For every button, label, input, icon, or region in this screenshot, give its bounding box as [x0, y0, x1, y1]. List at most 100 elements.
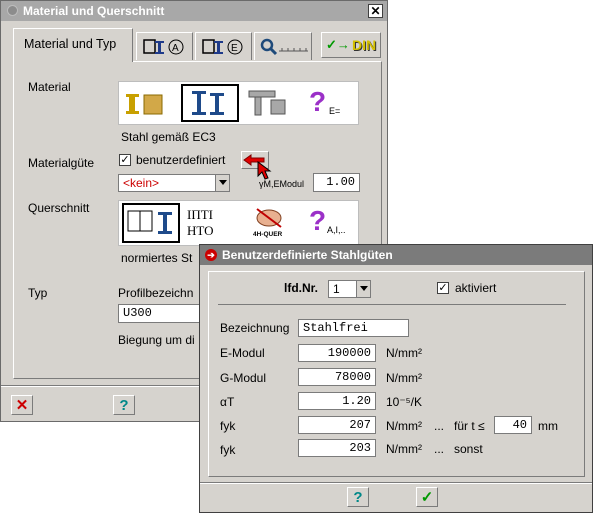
querschnitt-other-text: A,I,.. [327, 225, 346, 235]
tab-material-und-typ[interactable]: Material und Typ [13, 28, 133, 62]
fyk1-condition: für t ≤ [454, 419, 485, 433]
fyk1-label: fyk [220, 419, 236, 433]
fyk1-field[interactable]: 207 [298, 416, 376, 434]
gmodul-unit: N/mm² [386, 371, 422, 385]
t-limit-unit: mm [538, 419, 558, 433]
front-help-button[interactable]: ? [347, 487, 369, 507]
ok-button[interactable]: ✓ [416, 487, 438, 507]
emodul-value: 190000 [327, 346, 371, 360]
back-titlebar: Material und Querschnitt ✕ [1, 1, 387, 21]
gmodul-field[interactable]: 78000 [298, 368, 376, 386]
t-limit-value: 40 [512, 418, 527, 432]
gmodul-value: 78000 [334, 370, 371, 384]
querschnitt-icon-bar: ΙΠΤΙ ΗΤΟ 4H-QUER ? A,I,.. [118, 200, 359, 246]
biegung-text: Biegung um di [118, 333, 195, 347]
stahlgueten-window: ➔ Benutzerdefinierte Stahlgüten lfd.Nr. … [199, 244, 593, 513]
book-section-icon [127, 210, 172, 234]
back-close-icon[interactable]: ✕ [368, 4, 383, 18]
aktiviert-checkbox[interactable]: ✓ [437, 282, 449, 294]
profil-label: Profilbezeichn [118, 286, 194, 300]
back-window-title: Material und Querschnitt [23, 4, 165, 18]
materialguete-dropdown[interactable]: <kein> [118, 174, 230, 192]
material-icon-bar: ? E= [118, 81, 359, 125]
section-e-icon: E [202, 39, 243, 55]
bezeichnung-field[interactable]: Stahlfrei [298, 319, 409, 337]
alpha-t-unit: 10⁻⁵/K [386, 395, 422, 409]
fyk1-unit: N/mm² [386, 419, 422, 433]
window-menu-icon[interactable] [7, 5, 18, 16]
fyk1-value: 207 [349, 418, 371, 432]
multi-section-icon: ΙΠΤΙ ΗΤΟ [187, 207, 213, 238]
gamma-label: γM,EModul [259, 179, 305, 189]
alpha-t-label: αT [220, 395, 235, 409]
din-label: DIN [352, 37, 377, 53]
chevron-down-icon[interactable] [356, 281, 370, 297]
back-help-button[interactable]: ? [113, 395, 135, 415]
arrow-right-icon: ➔ [205, 249, 217, 261]
emodul-label: E-Modul [220, 346, 265, 360]
din-button[interactable]: ✓→ DIN [321, 32, 381, 58]
gamma-field[interactable]: 1.00 [313, 173, 360, 192]
querschnitt-other-button[interactable]: ? A,I,.. [305, 205, 357, 241]
din-check-arrow-icon: ✓→ [326, 37, 350, 52]
fyk2-field[interactable]: 203 [298, 439, 376, 457]
svg-text:A: A [172, 43, 179, 54]
steel-i-icon [192, 91, 224, 115]
close-icon: ✕ [15, 397, 29, 414]
tab-querschnitt-e[interactable]: E [195, 32, 252, 60]
svg-text:ΙΠΤΙ: ΙΠΤΙ [187, 207, 213, 222]
svg-text:E: E [231, 43, 238, 54]
question-icon: ? [309, 86, 327, 117]
typ-label: Typ [28, 286, 48, 300]
material-steel-button[interactable] [181, 84, 239, 122]
benutzerdefiniert-checkbox[interactable]: ✓ [119, 154, 131, 166]
lfd-label: lfd.Nr. [284, 281, 319, 295]
emodul-field[interactable]: 190000 [298, 344, 376, 362]
tab-preview[interactable] [254, 32, 312, 60]
querschnitt-quer-button[interactable]: 4H-QUER [247, 205, 297, 241]
quer-icon-text: 4H-QUER [253, 231, 283, 238]
question-icon: ? [309, 205, 327, 236]
bezeichnung-label: Bezeichnung [220, 321, 290, 335]
material-label: Material [28, 80, 71, 94]
chevron-down-icon[interactable] [215, 175, 229, 191]
help-icon: ? [353, 489, 363, 506]
section-a-icon: A [143, 39, 184, 55]
svg-text:ΗΤΟ: ΗΤΟ [187, 223, 213, 238]
material-other-text: E= [329, 106, 341, 116]
fyk2-unit: N/mm² [386, 442, 422, 456]
alpha-t-field[interactable]: 1.20 [298, 392, 376, 410]
tab-label: Material und Typ [24, 37, 117, 51]
querschnitt-normiert-button[interactable] [122, 203, 180, 243]
aktiviert-label: aktiviert [455, 281, 497, 295]
fyk2-dots: ... [434, 442, 445, 456]
querschnitt-selected-text: normiertes St [121, 251, 193, 265]
fyk2-label: fyk [220, 443, 236, 457]
bezeichnung-value: Stahlfrei [303, 321, 368, 335]
front-window-title: Benutzerdefinierte Stahlgüten [222, 248, 393, 262]
t-limit-field[interactable]: 40 [494, 416, 532, 434]
emodul-unit: N/mm² [386, 346, 422, 360]
material-selected-text: Stahl gemäß EC3 [121, 130, 216, 144]
magnifier-icon [260, 38, 308, 56]
lfd-value: 1 [333, 282, 340, 296]
material-wood-button[interactable] [124, 86, 174, 120]
gmodul-label: G-Modul [220, 371, 267, 385]
front-button-bar-divider [200, 482, 592, 484]
ok-check-icon: ✓ [420, 489, 434, 506]
front-divider [218, 304, 566, 305]
querschnitt-label: Querschnitt [28, 201, 90, 215]
tab-querschnitt-a[interactable]: A [136, 32, 193, 60]
help-icon: ? [119, 397, 129, 414]
fyk2-condition: sonst [454, 442, 483, 456]
lfd-dropdown[interactable]: 1 [328, 280, 371, 298]
wood-icon [126, 94, 163, 115]
alpha-t-value: 1.20 [342, 394, 371, 408]
material-composite-button[interactable] [245, 86, 295, 120]
querschnitt-zusammengesetzt-button[interactable]: ΙΠΤΙ ΗΤΟ [185, 205, 235, 241]
cancel-button[interactable]: ✕ [11, 395, 33, 415]
material-other-button[interactable]: ? E= [305, 86, 355, 120]
dropdown-value: <kein> [123, 176, 160, 190]
front-titlebar: ➔ Benutzerdefinierte Stahlgüten [200, 245, 592, 265]
composite-icon [248, 90, 286, 116]
